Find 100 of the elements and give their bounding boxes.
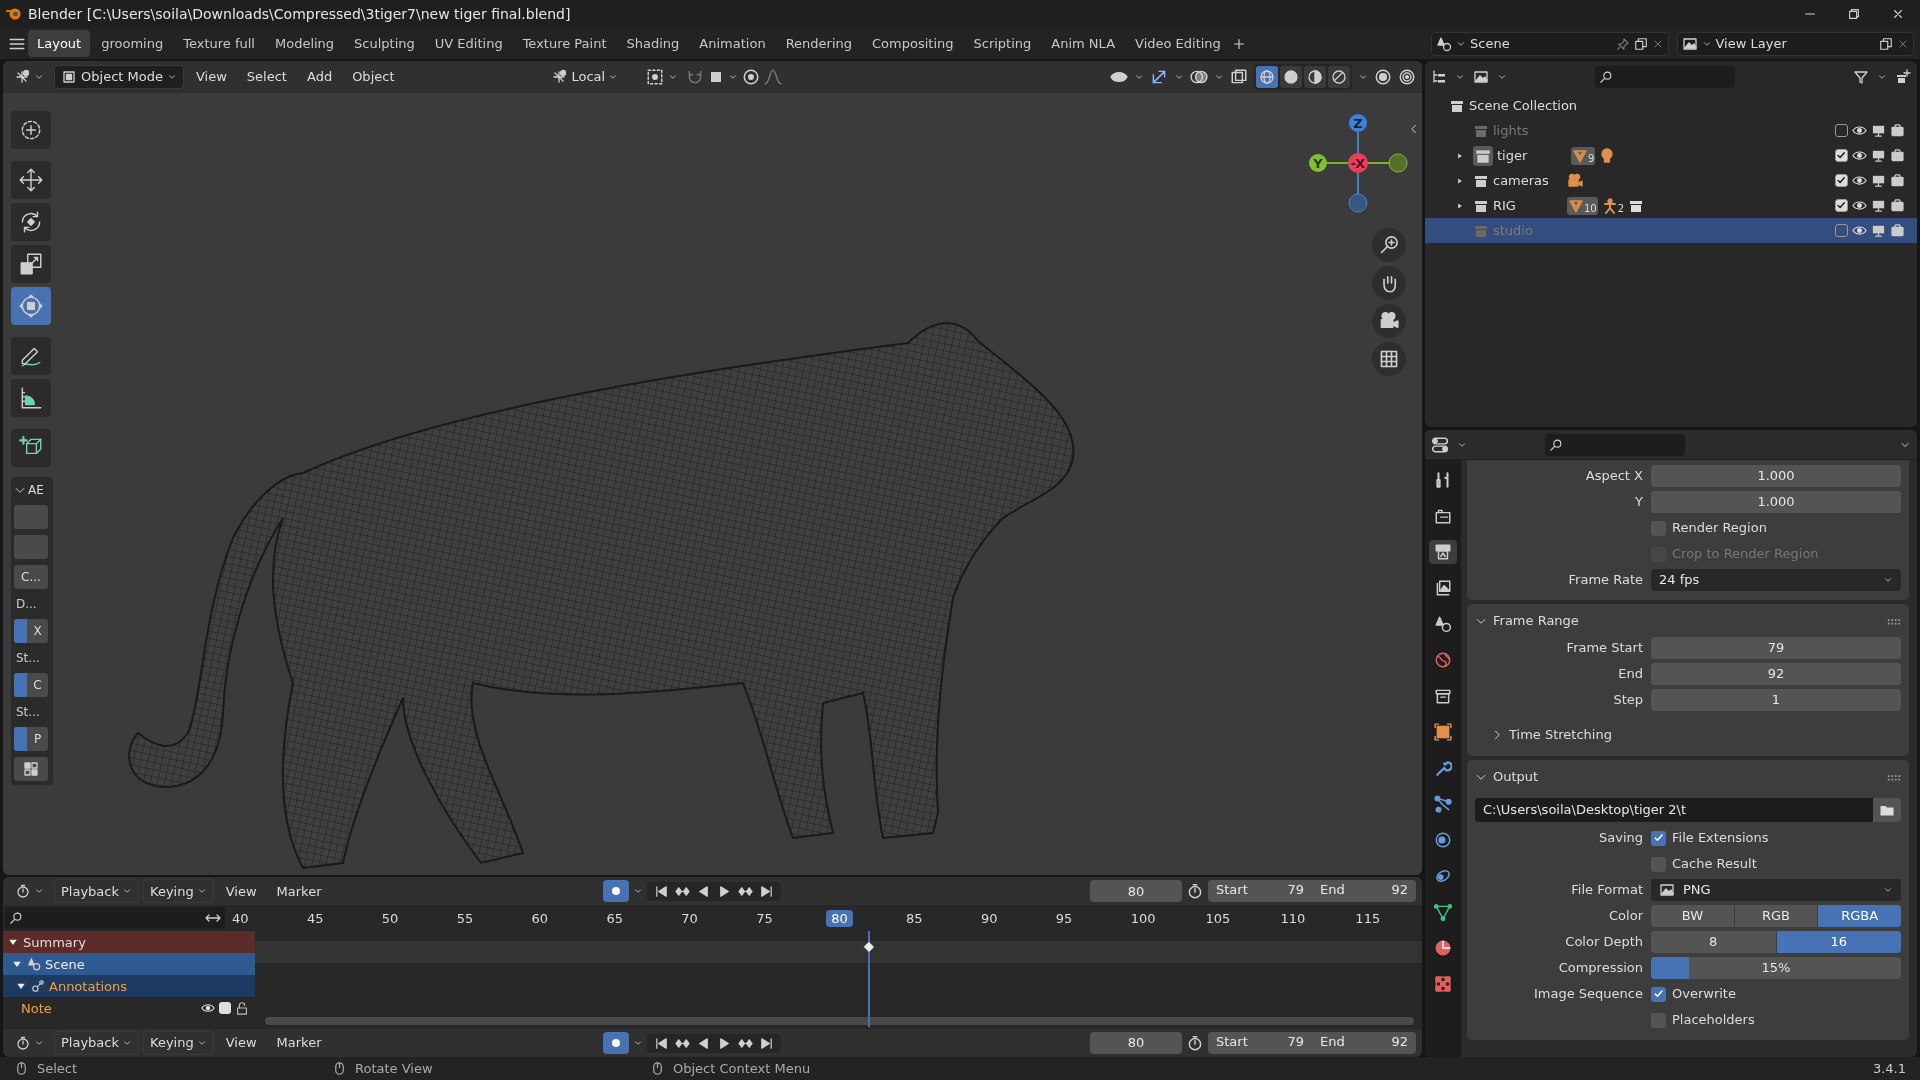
tool-panel-button[interactable]: C...: [14, 565, 48, 589]
segment-button[interactable]: 16: [1776, 931, 1901, 953]
checkbox[interactable]: Render Region: [1651, 518, 1767, 538]
dropdown[interactable]: 24 fps: [1651, 569, 1901, 591]
dropdown[interactable]: PNG: [1651, 879, 1901, 901]
eye-icon[interactable]: [1852, 173, 1867, 188]
caret-icon[interactable]: [1497, 72, 1507, 82]
start-frame-field[interactable]: Start 79: [1208, 880, 1312, 903]
scene-icon[interactable]: [1436, 35, 1452, 52]
monitor-icon[interactable]: [1871, 198, 1886, 213]
menu-dropdown[interactable]: Keying: [143, 879, 214, 904]
collection-name[interactable]: cameras: [1493, 170, 1563, 191]
tool-button[interactable]: [11, 429, 51, 467]
workspace-tab[interactable]: Layout: [28, 29, 91, 58]
overlay-icon[interactable]: [1190, 68, 1208, 86]
camera-icon[interactable]: [1890, 148, 1905, 163]
caret-icon[interactable]: [1174, 72, 1184, 82]
search-field[interactable]: [1545, 433, 1685, 456]
menu-item[interactable]: Marker: [268, 879, 330, 904]
outliner-icon[interactable]: [1431, 69, 1447, 85]
camera-icon[interactable]: [1890, 173, 1905, 188]
number-field[interactable]: 1: [1651, 689, 1901, 711]
close-icon[interactable]: [1891, 7, 1905, 21]
ring-icon[interactable]: [1374, 68, 1392, 86]
menu-dropdown[interactable]: Playback: [54, 879, 139, 904]
workspace-tab[interactable]: Animation: [690, 29, 775, 58]
navigation-gizmo[interactable]: Z Y -X: [1309, 114, 1408, 213]
menu-item[interactable]: View: [217, 879, 265, 904]
toggle-button[interactable]: C: [14, 673, 48, 697]
lock-icon[interactable]: [235, 1001, 249, 1016]
tool-button[interactable]: [11, 337, 51, 375]
monitor-icon[interactable]: [1871, 223, 1886, 238]
scene-selector[interactable]: Scene: [1431, 31, 1669, 56]
workspace-tab[interactable]: Anim NLA: [1042, 29, 1125, 58]
caret-icon[interactable]: [1358, 72, 1368, 82]
checkbox[interactable]: [1835, 124, 1848, 137]
caret-icon[interactable]: [1214, 72, 1224, 82]
mesh-icon[interactable]: [1568, 197, 1584, 214]
checkbox[interactable]: [1835, 174, 1848, 187]
eye-icon[interactable]: [1852, 148, 1867, 163]
workspace-tab[interactable]: Modeling: [265, 29, 344, 58]
checkbox[interactable]: Overwrite: [1651, 984, 1736, 1004]
checkbox[interactable]: Cache Result: [1651, 854, 1757, 874]
editor-switch-icon[interactable]: [1431, 435, 1449, 454]
start-frame-field[interactable]: Start 79: [1208, 1032, 1312, 1054]
collection-icon[interactable]: [1473, 145, 1493, 166]
orientation-dropdown[interactable]: Local: [546, 65, 643, 89]
checkbox[interactable]: Placeholders: [1651, 1010, 1755, 1030]
auto-keying-button[interactable]: [603, 880, 630, 903]
workspace-tab[interactable]: Texture Paint: [513, 29, 616, 58]
restore-icon[interactable]: [1847, 7, 1861, 21]
blocks-icon[interactable]: [23, 761, 39, 777]
properties-tab[interactable]: [1429, 540, 1457, 564]
toggle-button[interactable]: X: [14, 619, 48, 643]
xray-icon[interactable]: [1230, 68, 1248, 86]
workspace-tab[interactable]: Sculpting: [345, 29, 424, 58]
eye-icon[interactable]: [1852, 223, 1867, 238]
collection-name[interactable]: RIG: [1493, 195, 1563, 216]
navigation-button[interactable]: [1372, 266, 1406, 300]
menu-item[interactable]: Marker: [268, 1031, 330, 1055]
workspace-tab[interactable]: Compositing: [863, 29, 963, 58]
monitor-icon[interactable]: [1871, 173, 1886, 188]
channel-row[interactable]: Annotations: [3, 975, 255, 998]
camera-icon[interactable]: [1890, 223, 1905, 238]
toggle-button[interactable]: P: [14, 727, 48, 751]
search-field[interactable]: [5, 907, 225, 930]
current-frame-field[interactable]: 80: [1090, 1032, 1182, 1054]
workspace-tab[interactable]: Texture full: [174, 29, 264, 58]
caret-icon[interactable]: [728, 72, 739, 82]
shading-button[interactable]: [1256, 66, 1278, 88]
shading-button[interactable]: [1280, 66, 1302, 88]
filter-icon[interactable]: [1853, 69, 1869, 85]
caret-icon[interactable]: [1455, 72, 1465, 82]
jump-end-icon[interactable]: [759, 1035, 775, 1051]
checkbox[interactable]: [1835, 224, 1848, 237]
view-layer-selector[interactable]: View Layer: [1676, 31, 1914, 56]
stopwatch-icon[interactable]: [1186, 882, 1204, 901]
monitor-icon[interactable]: [1871, 148, 1886, 163]
caret-icon[interactable]: [668, 72, 679, 82]
workspace-tab[interactable]: UV Editing: [425, 29, 512, 58]
jump-start-icon[interactable]: [654, 1035, 670, 1051]
monitor-icon[interactable]: [1871, 123, 1886, 138]
caret-icon[interactable]: [1877, 72, 1887, 82]
tool-button[interactable]: [11, 379, 51, 417]
playhead-line[interactable]: [868, 931, 871, 1027]
path-field[interactable]: C:\Users\soila\Desktop\tiger 2\t: [1475, 798, 1873, 822]
checkbox[interactable]: [1835, 199, 1848, 212]
checkbox[interactable]: [219, 1002, 231, 1015]
navigation-button[interactable]: [1372, 228, 1406, 262]
search-field[interactable]: [1595, 66, 1735, 88]
menu-item[interactable]: Add: [298, 65, 341, 89]
segment-button[interactable]: 8: [1651, 931, 1776, 953]
channel-row[interactable]: Scene: [3, 953, 255, 976]
target-icon[interactable]: [1398, 68, 1416, 86]
slider[interactable]: 15%: [1651, 957, 1901, 979]
tool-button[interactable]: [11, 245, 51, 283]
tool-button[interactable]: [11, 161, 51, 199]
checkbox[interactable]: [1835, 149, 1848, 162]
number-field[interactable]: 79: [1651, 637, 1901, 659]
workspace-tab[interactable]: Shading: [617, 29, 689, 58]
